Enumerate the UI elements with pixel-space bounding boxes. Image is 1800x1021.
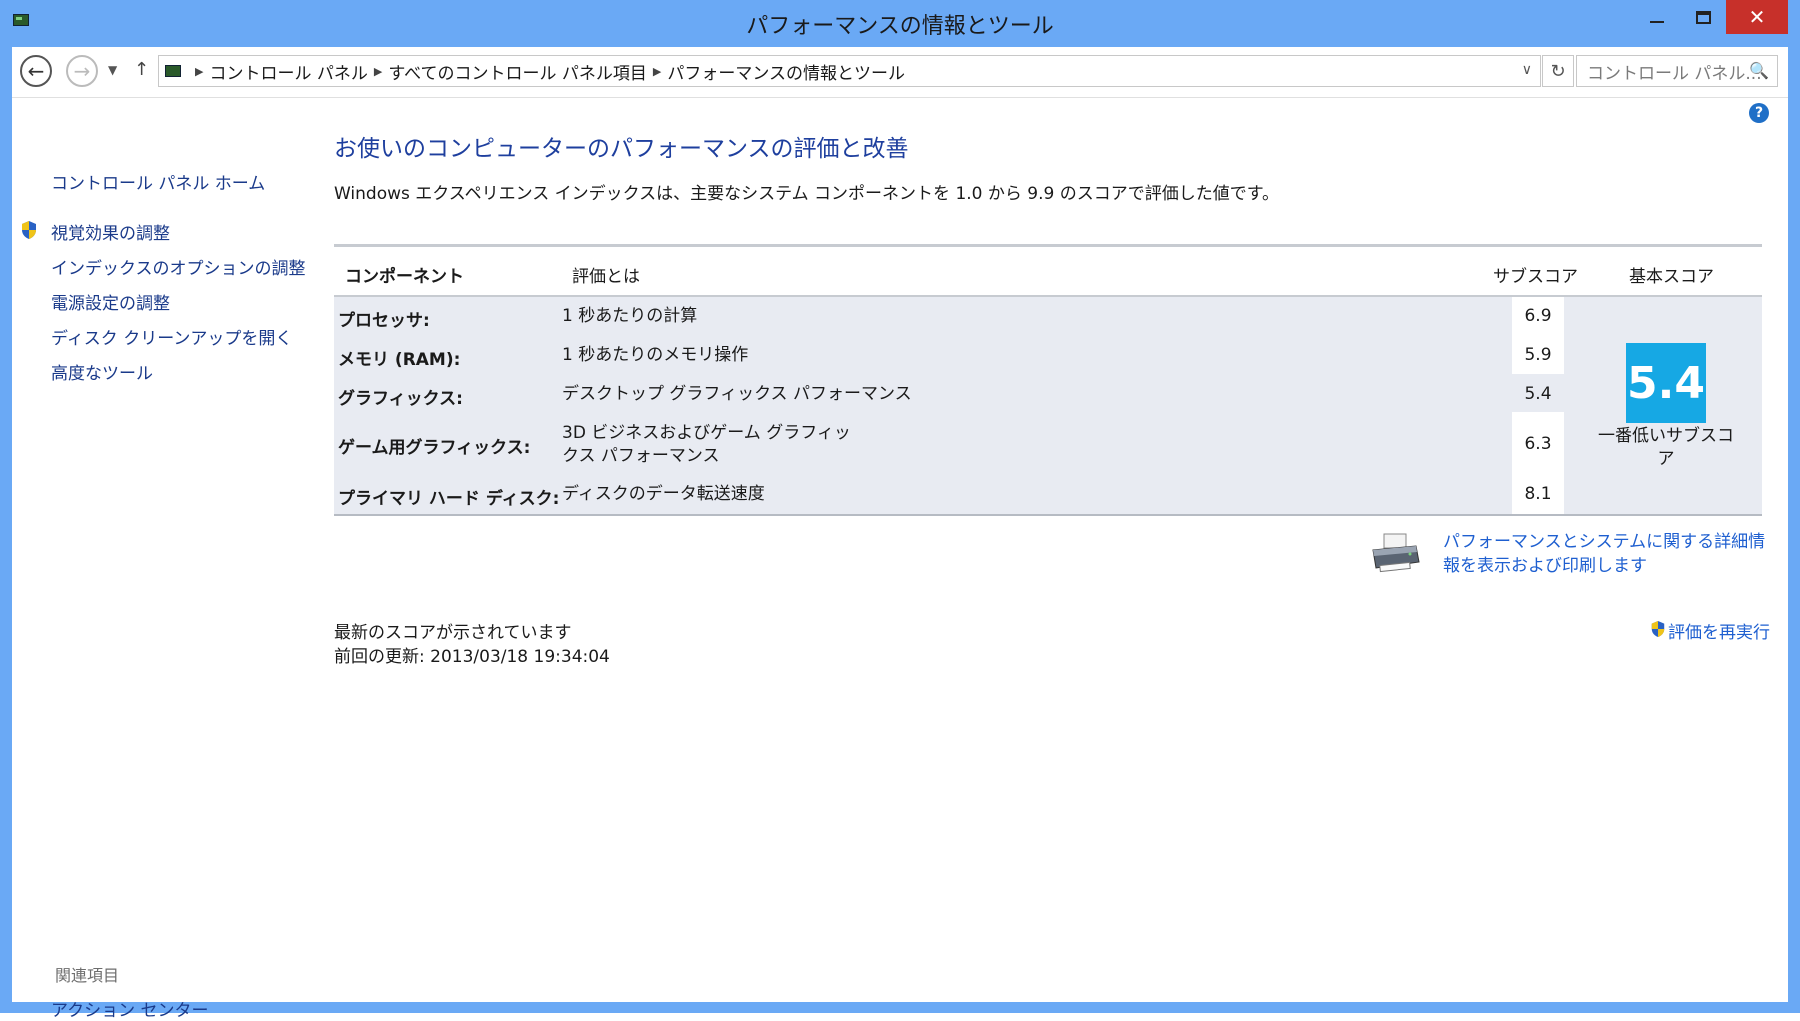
base-score-tile[interactable]: 5.4	[1626, 343, 1706, 423]
breadcrumb-separator-icon[interactable]: ▶	[374, 65, 382, 78]
page-title: お使いのコンピューターのパフォーマンスの評価と改善	[334, 136, 909, 162]
row-subscore-gaming-graphics: 6.3	[1524, 434, 1552, 454]
row-label-processor: プロセッサ:	[338, 311, 430, 331]
row-label-memory: メモリ (RAM):	[338, 350, 461, 370]
row-rating-processor: 1 秒あたりの計算	[562, 306, 698, 326]
control-panel-icon	[165, 65, 181, 77]
row-rating-primary-disk: ディスクのデータ転送速度	[562, 484, 765, 504]
forward-button[interactable]: →	[66, 55, 98, 87]
back-button[interactable]: ←	[20, 55, 52, 87]
window-title: パフォーマンスの情報とツール	[746, 14, 1054, 39]
refresh-button[interactable]: ↻	[1542, 55, 1574, 87]
close-button[interactable]: ✕	[1726, 0, 1788, 34]
search-placeholder: コントロール パネル...	[1587, 63, 1762, 84]
uac-shield-icon	[1651, 621, 1665, 637]
sidebar-link-disk-cleanup[interactable]: ディスク クリーンアップを開く	[51, 324, 292, 349]
row-subscore-primary-disk: 8.1	[1524, 484, 1552, 504]
row-label-gaming-graphics: ゲーム用グラフィックス:	[338, 438, 531, 458]
close-icon: ✕	[1748, 5, 1766, 29]
table-top-border	[334, 244, 1762, 247]
breadcrumb-control-panel[interactable]: コントロール パネル	[209, 59, 367, 84]
search-icon[interactable]: 🔍	[1749, 61, 1769, 80]
sidebar-link-action-center[interactable]: アクション センター	[51, 996, 209, 1021]
address-dropdown-chevron-icon[interactable]: ∨	[1522, 62, 1532, 78]
sidebar-link-power-settings[interactable]: 電源設定の調整	[51, 289, 170, 314]
row-rating-graphics: デスクトップ グラフィックス パフォーマンス	[562, 384, 912, 404]
search-input[interactable]: コントロール パネル... 🔍	[1576, 55, 1778, 87]
column-header-rating: 評価とは	[572, 267, 640, 287]
row-label-graphics: グラフィックス:	[338, 389, 463, 409]
row-subscore-graphics: 5.4	[1524, 384, 1552, 404]
table-bottom-border	[334, 514, 1762, 516]
navigation-bar: ← → ▼ ↑ ▶ コントロール パネル ▶ すべてのコントロール パネル項目 …	[12, 47, 1788, 98]
row-subscore-memory: 5.9	[1524, 345, 1552, 365]
forward-arrow-icon: →	[73, 59, 91, 83]
sidebar-link-indexing-options[interactable]: インデックスのオプションの調整	[51, 254, 306, 279]
help-icon[interactable]: ?	[1749, 103, 1769, 123]
rerun-assessment-link[interactable]: 評価を再実行	[1668, 618, 1770, 643]
refresh-icon: ↻	[1550, 60, 1566, 82]
score-status: 最新のスコアが示されています	[334, 623, 572, 643]
breadcrumb-separator-icon[interactable]: ▶	[653, 65, 661, 78]
breadcrumb-all-items[interactable]: すべてのコントロール パネル項目	[388, 59, 647, 84]
window-frame: パフォーマンスの情報とツール ✕ ← → ▼ ↑ ▶ コントロール パネル ▶ …	[0, 0, 1800, 1021]
sidebar-link-home[interactable]: コントロール パネル ホーム	[51, 169, 265, 194]
related-header: 関連項目	[55, 966, 120, 985]
base-score-caption: 一番低いサブスコア	[1598, 426, 1734, 469]
breadcrumb-separator-icon[interactable]: ▶	[195, 65, 203, 78]
print-details-link[interactable]: パフォーマンスとシステムに関する詳細情報を表示および印刷します	[1443, 530, 1773, 578]
uac-shield-icon	[22, 221, 36, 239]
column-header-subscore: サブスコア	[1493, 267, 1578, 287]
row-rating-gaming-graphics: 3D ビジネスおよびゲーム グラフィックス パフォーマンス	[562, 423, 851, 466]
page-description: Windows エクスペリエンス インデックスは、主要なシステム コンポーネント…	[334, 184, 1280, 204]
recent-locations-chevron-icon[interactable]: ▼	[108, 63, 117, 77]
maximize-icon	[1695, 10, 1711, 24]
back-arrow-icon: ←	[27, 59, 45, 83]
maximize-button[interactable]	[1676, 0, 1730, 34]
column-header-component: コンポーネント	[345, 267, 464, 287]
breadcrumb-performance[interactable]: パフォーマンスの情報とツール	[667, 59, 905, 84]
row-rating-memory: 1 秒あたりのメモリ操作	[562, 345, 749, 365]
up-arrow-icon[interactable]: ↑	[134, 59, 149, 80]
row-subscore-processor: 6.9	[1524, 306, 1552, 326]
left-pane: コントロール パネル ホーム 視覚効果の調整 インデックスのオプションの調整 電…	[12, 98, 312, 1021]
address-bar[interactable]: ▶ コントロール パネル ▶ すべてのコントロール パネル項目 ▶ パフォーマン…	[158, 55, 1541, 87]
sidebar-link-visual-effects[interactable]: 視覚効果の調整	[51, 219, 170, 244]
column-header-base-score: 基本スコア	[1629, 267, 1714, 287]
sidebar-link-advanced-tools[interactable]: 高度なツール	[51, 359, 153, 384]
minimize-icon	[1650, 21, 1664, 23]
last-update: 前回の更新: 2013/03/18 19:34:04	[334, 647, 610, 667]
row-label-primary-disk: プライマリ ハード ディスク:	[338, 489, 560, 509]
printer-icon[interactable]	[1370, 532, 1422, 574]
title-bar[interactable]: パフォーマンスの情報とツール ✕	[0, 0, 1800, 44]
